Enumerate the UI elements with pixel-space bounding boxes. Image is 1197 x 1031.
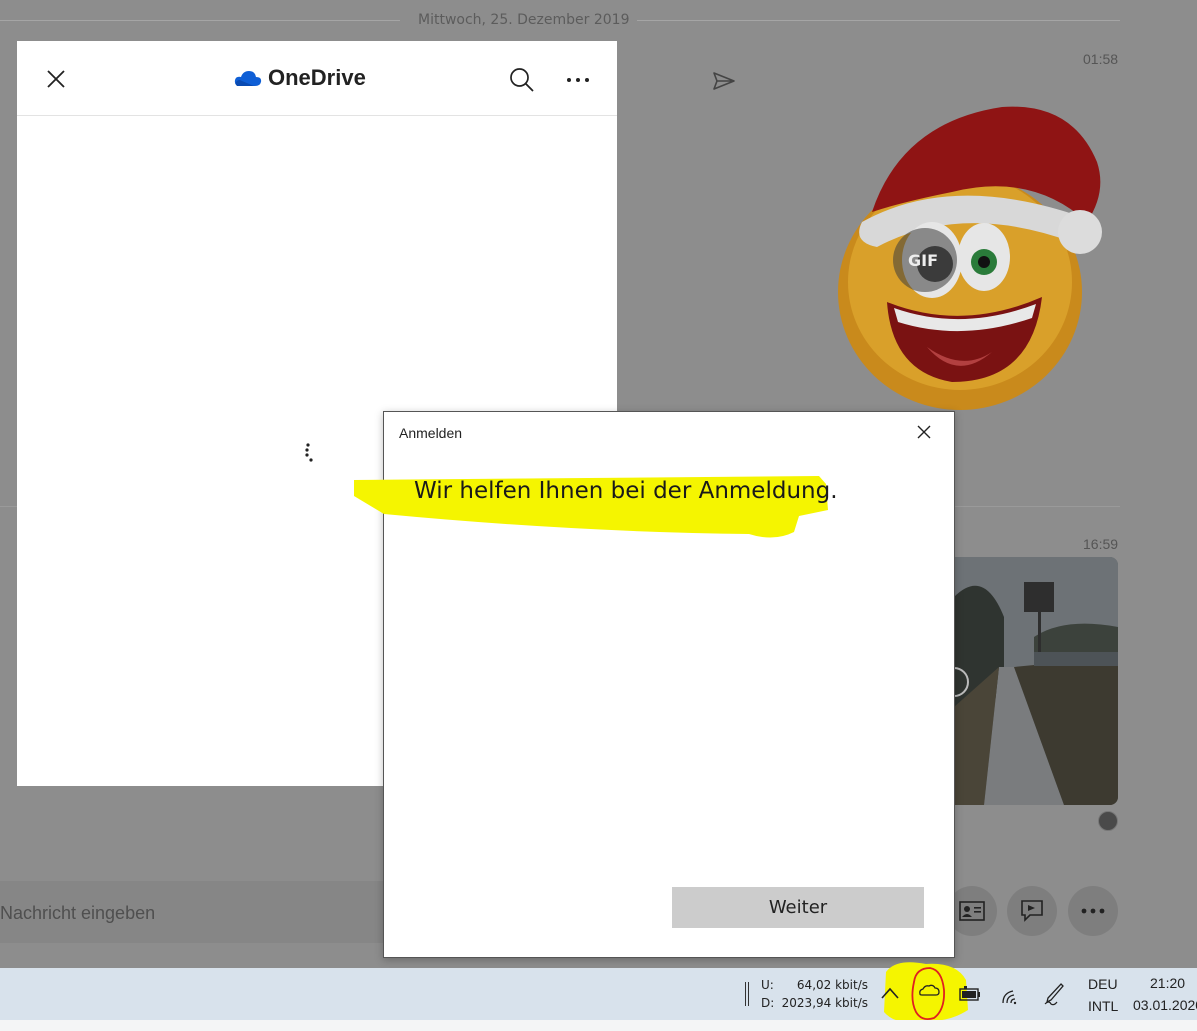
send-icon[interactable] — [712, 71, 736, 91]
pen-icon[interactable] — [1043, 982, 1065, 1006]
message-time: 01:58 — [1083, 51, 1119, 67]
santa-emoji-image: GIF — [838, 106, 1102, 410]
onedrive-header: OneDrive — [17, 41, 617, 116]
download-rate: 2023,94 kbit/s — [781, 996, 868, 1010]
dialog-title: Anmelden — [399, 425, 463, 441]
gif-message[interactable]: GIF — [832, 82, 1112, 412]
message-time: 16:59 — [1083, 536, 1119, 552]
message-input[interactable]: Nachricht eingeben — [0, 881, 400, 943]
onedrive-cloud-icon — [234, 71, 262, 86]
clock-time[interactable]: 21:20 — [1150, 975, 1185, 991]
signin-dialog: Anmelden Wir helfen Ihnen bei der Anmeld… — [354, 411, 955, 958]
road-photo-image — [954, 557, 1118, 805]
more-icon — [1081, 908, 1105, 914]
message-placeholder: Nachricht eingeben — [0, 903, 156, 923]
more-options-button[interactable] — [1068, 886, 1118, 936]
keyboard-layout[interactable]: INTL — [1088, 998, 1118, 1014]
close-icon[interactable] — [45, 68, 67, 90]
dialog-headline: Wir helfen Ihnen bei der Anmeldung. — [414, 478, 838, 504]
language-code[interactable]: DEU — [1088, 976, 1118, 992]
battery-icon[interactable] — [958, 985, 982, 1003]
dialog-titlebar: Anmelden — [384, 412, 954, 452]
screen-bottom-strip — [0, 1020, 1197, 1031]
chevron-up-icon[interactable] — [880, 986, 900, 1000]
contact-card-icon — [959, 901, 985, 921]
onedrive-title: OneDrive — [268, 65, 366, 90]
screen-share-button[interactable] — [1007, 886, 1057, 936]
close-icon[interactable] — [916, 424, 932, 440]
loading-spinner-icon — [305, 443, 313, 462]
upload-rate: 64,02 kbit/s — [796, 978, 868, 992]
taskbar: U: D: 64,02 kbit/s 2023,94 kbit/s DEU IN… — [0, 962, 1197, 1022]
gif-badge: GIF — [908, 251, 938, 270]
screen-share-icon — [1021, 900, 1043, 922]
more-icon[interactable] — [565, 67, 591, 93]
date-divider: Mittwoch, 25. Dezember 2019 — [0, 10, 1120, 30]
video-thumbnail[interactable] — [954, 557, 1118, 805]
clock-date[interactable]: 03.01.2020 — [1133, 997, 1197, 1013]
wifi-icon[interactable] — [1000, 985, 1022, 1005]
continue-button[interactable]: Weiter — [672, 887, 924, 928]
search-icon[interactable] — [509, 67, 535, 93]
avatar — [1098, 811, 1118, 831]
network-monitor-separator — [745, 982, 749, 1006]
onedrive-tray-icon[interactable] — [908, 960, 948, 1024]
date-divider-text: Mittwoch, 25. Dezember 2019 — [418, 12, 630, 28]
onedrive-brand: OneDrive — [234, 65, 366, 91]
